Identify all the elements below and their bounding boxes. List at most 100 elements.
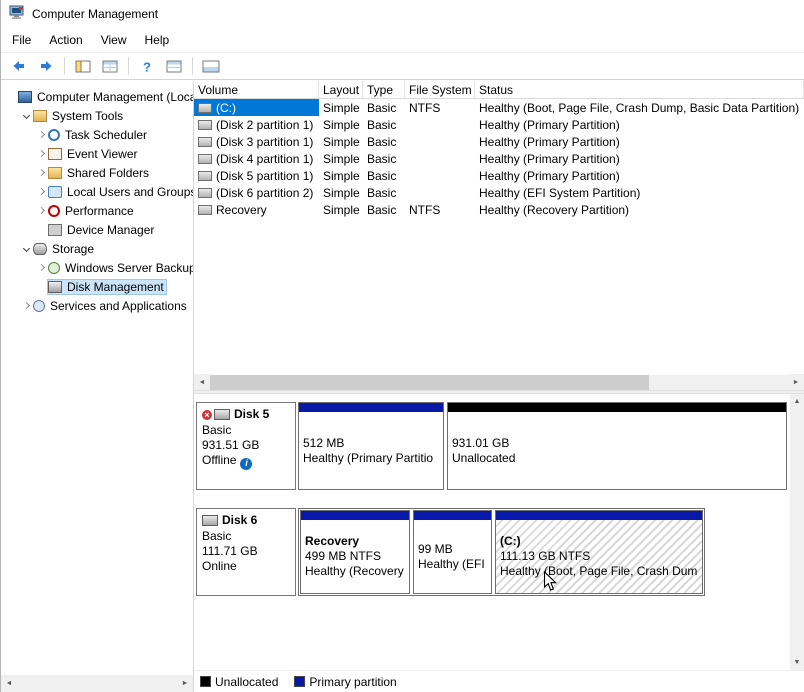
scroll-up-button[interactable]: ▲: [790, 394, 804, 409]
scrollbar-thumb[interactable]: [210, 375, 649, 390]
legend-item-primary-partition: Primary partition: [294, 675, 396, 689]
disk-header-box[interactable]: Disk 5Basic931.51 GBOfflinei: [196, 402, 296, 490]
tree-item-local-users-and-groups[interactable]: Local Users and Groups: [1, 182, 193, 201]
partition-status: Unallocated: [452, 451, 782, 466]
tree-item-device-manager[interactable]: Device Manager: [1, 220, 193, 239]
expander-icon[interactable]: [35, 132, 47, 137]
tree-item-system-tools[interactable]: System Tools: [1, 106, 193, 125]
partition-box-healthy-efi[interactable]: 99 MBHealthy (EFI: [413, 510, 492, 594]
tree-item-performance[interactable]: Performance: [1, 201, 193, 220]
tree-item-event-viewer[interactable]: Event Viewer: [1, 144, 193, 163]
volume-row-disk-6-partition-2[interactable]: (Disk 6 partition 2)SimpleBasicHealthy (…: [194, 184, 804, 201]
tree-item-computer-management-local[interactable]: Computer Management (Local: [1, 87, 193, 106]
tree-item-task-scheduler[interactable]: Task Scheduler: [1, 125, 193, 144]
tree-item-services-and-applications[interactable]: Services and Applications: [1, 296, 193, 315]
column-header-status[interactable]: Status: [475, 81, 804, 98]
tree-item-shared-folders[interactable]: Shared Folders: [1, 163, 193, 182]
volume-cell: (Disk 3 partition 1): [194, 133, 319, 150]
tree-item-disk-management[interactable]: Disk Management: [1, 277, 193, 296]
disk-size: 111.71 GB: [202, 544, 290, 559]
scroll-left-button[interactable]: ◄: [194, 374, 210, 391]
column-header-type[interactable]: Type: [363, 81, 405, 98]
volume-icon: [198, 171, 212, 181]
help-icon[interactable]: ?: [135, 55, 159, 77]
tree-item-label: Windows Server Backup: [64, 261, 193, 275]
type-cell: Basic: [363, 133, 405, 150]
partition-size: 499 MB NTFS: [305, 549, 405, 564]
partition-size: 931.01 GB: [452, 436, 782, 451]
partition-box-healthy-primary-partitio[interactable]: 512 MBHealthy (Primary Partitio: [298, 402, 444, 490]
type-cell: Basic: [363, 167, 405, 184]
volume-icon: [198, 120, 212, 130]
volume-name: (Disk 3 partition 1): [216, 135, 313, 149]
expander-icon[interactable]: [20, 246, 32, 251]
disk-error-icon: [202, 410, 212, 420]
type-cell: Basic: [363, 116, 405, 133]
panel-view-icon[interactable]: [199, 55, 223, 77]
status-cell: Healthy (EFI System Partition): [475, 184, 804, 201]
tree-item-label: Disk Management: [66, 280, 164, 294]
column-header-file-system[interactable]: File System: [405, 81, 475, 98]
volume-row-disk-5-partition-1[interactable]: (Disk 5 partition 1)SimpleBasicHealthy (…: [194, 167, 804, 184]
computer-management-window: Computer Management FileActionViewHelp ?…: [0, 0, 804, 692]
console-tree-icon[interactable]: [71, 55, 95, 77]
task-scheduler-icon: [48, 129, 60, 141]
partition-size: 111.13 GB NTFS: [500, 549, 698, 564]
tree-horizontal-scrollbar[interactable]: ◄ ►: [1, 675, 193, 692]
computer-icon: [18, 91, 32, 103]
titlebar: Computer Management: [1, 0, 804, 28]
menu-view[interactable]: View: [92, 30, 136, 50]
expander-icon[interactable]: [35, 170, 47, 175]
tree-item-storage[interactable]: Storage: [1, 239, 193, 258]
tree-item-label: Shared Folders: [66, 166, 149, 180]
file-system-cell: [405, 184, 475, 201]
volume-row-disk-4-partition-1[interactable]: (Disk 4 partition 1)SimpleBasicHealthy (…: [194, 150, 804, 167]
back-arrow-icon[interactable]: [7, 55, 31, 77]
menu-file[interactable]: File: [3, 30, 40, 50]
scroll-left-button[interactable]: ◄: [1, 675, 17, 692]
type-cell: Basic: [363, 201, 405, 218]
partition-box-recovery[interactable]: Recovery499 MB NTFSHealthy (Recovery: [300, 510, 410, 594]
expander-icon[interactable]: [20, 303, 32, 308]
disk-status: Online: [202, 559, 237, 573]
properties-list-icon[interactable]: [162, 55, 186, 77]
disk-pane-vertical-scrollbar[interactable]: ▲ ▼: [790, 394, 804, 670]
column-header-layout[interactable]: Layout: [319, 81, 363, 98]
partition-status: Healthy (Boot, Page File, Crash Dum: [500, 564, 698, 579]
volume-row-disk-3-partition-1[interactable]: (Disk 3 partition 1)SimpleBasicHealthy (…: [194, 133, 804, 150]
menu-help[interactable]: Help: [136, 30, 179, 50]
export-list-icon[interactable]: [98, 55, 122, 77]
volume-cell: Recovery: [194, 201, 319, 218]
scroll-down-button[interactable]: ▼: [790, 655, 804, 670]
partition-box-unallocated[interactable]: 931.01 GBUnallocated: [447, 402, 787, 490]
partition-box-c[interactable]: (C:)111.13 GB NTFSHealthy (Boot, Page Fi…: [495, 510, 703, 594]
volume-name: Recovery: [216, 203, 267, 217]
scroll-right-button[interactable]: ►: [788, 374, 804, 391]
expander-icon[interactable]: [35, 151, 47, 156]
column-header-volume[interactable]: Volume: [194, 81, 319, 98]
users-icon: [48, 186, 62, 198]
offline-info-icon[interactable]: i: [240, 458, 252, 470]
volume-row-disk-2-partition-1[interactable]: (Disk 2 partition 1)SimpleBasicHealthy (…: [194, 116, 804, 133]
storage-icon: [33, 243, 47, 255]
forward-arrow-icon[interactable]: [34, 55, 58, 77]
file-system-cell: NTFS: [405, 201, 475, 218]
expander-icon[interactable]: [35, 189, 47, 194]
disk-header-box[interactable]: Disk 6Basic111.71 GBOnline: [196, 508, 296, 596]
expander-icon[interactable]: [35, 265, 47, 270]
volume-list-horizontal-scrollbar[interactable]: ◄ ►: [194, 375, 804, 390]
volume-icon: [198, 188, 212, 198]
status-cell: Healthy (Primary Partition): [475, 150, 804, 167]
scroll-right-button[interactable]: ►: [177, 675, 193, 692]
legend-label: Primary partition: [309, 675, 396, 689]
disk-type: Basic: [202, 423, 290, 438]
volume-row-c[interactable]: (C:)SimpleBasicNTFSHealthy (Boot, Page F…: [194, 99, 804, 116]
expander-icon[interactable]: [35, 208, 47, 213]
tree-item-label: System Tools: [51, 109, 123, 123]
expander-icon[interactable]: [20, 113, 32, 118]
tree-item-windows-server-backup[interactable]: Windows Server Backup: [1, 258, 193, 277]
tree-item-label: Performance: [64, 204, 134, 218]
menu-action[interactable]: Action: [40, 30, 91, 50]
volume-cell: (C:): [194, 99, 319, 116]
volume-row-recovery[interactable]: RecoverySimpleBasicNTFSHealthy (Recovery…: [194, 201, 804, 218]
